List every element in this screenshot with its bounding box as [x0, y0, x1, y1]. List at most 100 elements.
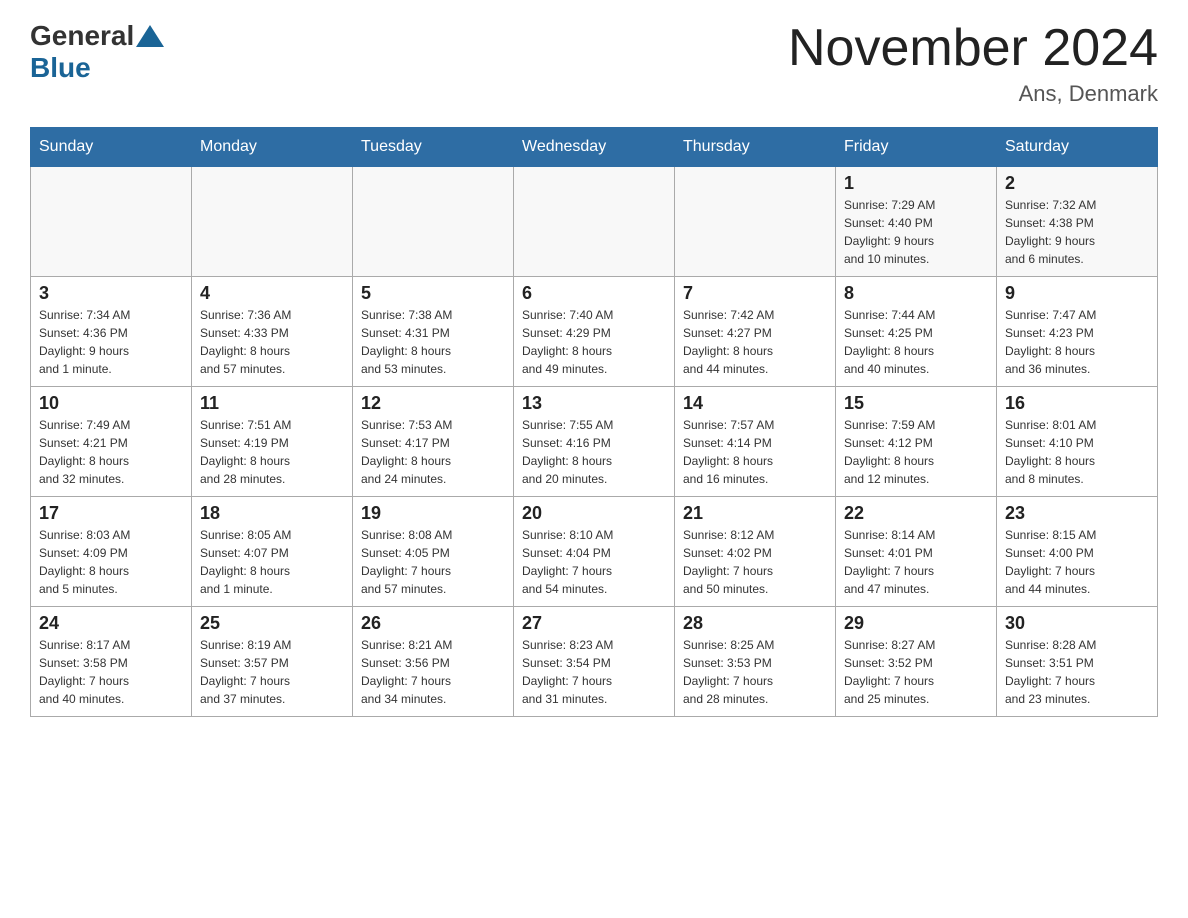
calendar-cell: 23Sunrise: 8:15 AMSunset: 4:00 PMDayligh…: [997, 497, 1158, 607]
day-header-monday: Monday: [192, 128, 353, 167]
logo-triangle-icon: [136, 25, 164, 47]
calendar-cell: 5Sunrise: 7:38 AMSunset: 4:31 PMDaylight…: [353, 277, 514, 387]
day-info: Sunrise: 8:08 AMSunset: 4:05 PMDaylight:…: [361, 526, 505, 598]
day-number: 20: [522, 503, 666, 524]
day-number: 27: [522, 613, 666, 634]
day-number: 3: [39, 283, 183, 304]
calendar-cell: [31, 167, 192, 277]
day-header-wednesday: Wednesday: [514, 128, 675, 167]
calendar-cell: 27Sunrise: 8:23 AMSunset: 3:54 PMDayligh…: [514, 607, 675, 717]
day-info: Sunrise: 8:10 AMSunset: 4:04 PMDaylight:…: [522, 526, 666, 598]
calendar-cell: 9Sunrise: 7:47 AMSunset: 4:23 PMDaylight…: [997, 277, 1158, 387]
day-number: 11: [200, 393, 344, 414]
days-header-row: SundayMondayTuesdayWednesdayThursdayFrid…: [31, 128, 1158, 167]
day-info: Sunrise: 7:42 AMSunset: 4:27 PMDaylight:…: [683, 306, 827, 378]
logo: General Blue: [30, 20, 166, 84]
calendar-cell: 22Sunrise: 8:14 AMSunset: 4:01 PMDayligh…: [836, 497, 997, 607]
day-number: 28: [683, 613, 827, 634]
day-info: Sunrise: 7:44 AMSunset: 4:25 PMDaylight:…: [844, 306, 988, 378]
day-info: Sunrise: 8:05 AMSunset: 4:07 PMDaylight:…: [200, 526, 344, 598]
day-info: Sunrise: 7:49 AMSunset: 4:21 PMDaylight:…: [39, 416, 183, 488]
day-info: Sunrise: 7:32 AMSunset: 4:38 PMDaylight:…: [1005, 196, 1149, 268]
logo-general: General: [30, 20, 134, 52]
day-header-friday: Friday: [836, 128, 997, 167]
calendar-cell: 1Sunrise: 7:29 AMSunset: 4:40 PMDaylight…: [836, 167, 997, 277]
day-number: 19: [361, 503, 505, 524]
week-row-5: 24Sunrise: 8:17 AMSunset: 3:58 PMDayligh…: [31, 607, 1158, 717]
calendar-cell: 20Sunrise: 8:10 AMSunset: 4:04 PMDayligh…: [514, 497, 675, 607]
week-row-4: 17Sunrise: 8:03 AMSunset: 4:09 PMDayligh…: [31, 497, 1158, 607]
week-row-2: 3Sunrise: 7:34 AMSunset: 4:36 PMDaylight…: [31, 277, 1158, 387]
calendar-cell: [192, 167, 353, 277]
header: General Blue November 2024 Ans, Denmark: [30, 20, 1158, 107]
calendar-cell: 29Sunrise: 8:27 AMSunset: 3:52 PMDayligh…: [836, 607, 997, 717]
day-number: 25: [200, 613, 344, 634]
week-row-3: 10Sunrise: 7:49 AMSunset: 4:21 PMDayligh…: [31, 387, 1158, 497]
day-header-saturday: Saturday: [997, 128, 1158, 167]
day-info: Sunrise: 7:59 AMSunset: 4:12 PMDaylight:…: [844, 416, 988, 488]
calendar-cell: 6Sunrise: 7:40 AMSunset: 4:29 PMDaylight…: [514, 277, 675, 387]
day-info: Sunrise: 8:17 AMSunset: 3:58 PMDaylight:…: [39, 636, 183, 708]
day-number: 6: [522, 283, 666, 304]
day-info: Sunrise: 8:28 AMSunset: 3:51 PMDaylight:…: [1005, 636, 1149, 708]
calendar-cell: 12Sunrise: 7:53 AMSunset: 4:17 PMDayligh…: [353, 387, 514, 497]
calendar-title: November 2024: [788, 20, 1158, 77]
calendar-cell: 2Sunrise: 7:32 AMSunset: 4:38 PMDaylight…: [997, 167, 1158, 277]
calendar-cell: 30Sunrise: 8:28 AMSunset: 3:51 PMDayligh…: [997, 607, 1158, 717]
calendar-cell: [675, 167, 836, 277]
day-number: 10: [39, 393, 183, 414]
day-info: Sunrise: 7:55 AMSunset: 4:16 PMDaylight:…: [522, 416, 666, 488]
calendar-cell: 3Sunrise: 7:34 AMSunset: 4:36 PMDaylight…: [31, 277, 192, 387]
day-header-sunday: Sunday: [31, 128, 192, 167]
day-number: 13: [522, 393, 666, 414]
calendar-subtitle: Ans, Denmark: [788, 81, 1158, 107]
calendar-cell: 17Sunrise: 8:03 AMSunset: 4:09 PMDayligh…: [31, 497, 192, 607]
day-info: Sunrise: 8:21 AMSunset: 3:56 PMDaylight:…: [361, 636, 505, 708]
day-info: Sunrise: 8:14 AMSunset: 4:01 PMDaylight:…: [844, 526, 988, 598]
day-info: Sunrise: 7:53 AMSunset: 4:17 PMDaylight:…: [361, 416, 505, 488]
calendar-cell: 13Sunrise: 7:55 AMSunset: 4:16 PMDayligh…: [514, 387, 675, 497]
calendar-cell: [353, 167, 514, 277]
day-number: 18: [200, 503, 344, 524]
day-info: Sunrise: 8:25 AMSunset: 3:53 PMDaylight:…: [683, 636, 827, 708]
day-info: Sunrise: 7:51 AMSunset: 4:19 PMDaylight:…: [200, 416, 344, 488]
day-number: 5: [361, 283, 505, 304]
day-number: 24: [39, 613, 183, 634]
calendar-cell: 16Sunrise: 8:01 AMSunset: 4:10 PMDayligh…: [997, 387, 1158, 497]
day-number: 8: [844, 283, 988, 304]
day-info: Sunrise: 8:15 AMSunset: 4:00 PMDaylight:…: [1005, 526, 1149, 598]
calendar-cell: 19Sunrise: 8:08 AMSunset: 4:05 PMDayligh…: [353, 497, 514, 607]
calendar-cell: [514, 167, 675, 277]
calendar-cell: 25Sunrise: 8:19 AMSunset: 3:57 PMDayligh…: [192, 607, 353, 717]
day-number: 21: [683, 503, 827, 524]
calendar-cell: 28Sunrise: 8:25 AMSunset: 3:53 PMDayligh…: [675, 607, 836, 717]
day-number: 4: [200, 283, 344, 304]
calendar-cell: 26Sunrise: 8:21 AMSunset: 3:56 PMDayligh…: [353, 607, 514, 717]
day-number: 1: [844, 173, 988, 194]
calendar-cell: 15Sunrise: 7:59 AMSunset: 4:12 PMDayligh…: [836, 387, 997, 497]
logo-blue: Blue: [30, 52, 91, 83]
day-number: 2: [1005, 173, 1149, 194]
day-info: Sunrise: 8:12 AMSunset: 4:02 PMDaylight:…: [683, 526, 827, 598]
day-number: 26: [361, 613, 505, 634]
day-info: Sunrise: 8:03 AMSunset: 4:09 PMDaylight:…: [39, 526, 183, 598]
calendar-table: SundayMondayTuesdayWednesdayThursdayFrid…: [30, 127, 1158, 717]
calendar-cell: 7Sunrise: 7:42 AMSunset: 4:27 PMDaylight…: [675, 277, 836, 387]
day-info: Sunrise: 7:40 AMSunset: 4:29 PMDaylight:…: [522, 306, 666, 378]
day-number: 12: [361, 393, 505, 414]
calendar-cell: 21Sunrise: 8:12 AMSunset: 4:02 PMDayligh…: [675, 497, 836, 607]
calendar-cell: 14Sunrise: 7:57 AMSunset: 4:14 PMDayligh…: [675, 387, 836, 497]
calendar-cell: 11Sunrise: 7:51 AMSunset: 4:19 PMDayligh…: [192, 387, 353, 497]
day-number: 22: [844, 503, 988, 524]
day-info: Sunrise: 7:47 AMSunset: 4:23 PMDaylight:…: [1005, 306, 1149, 378]
calendar-cell: 24Sunrise: 8:17 AMSunset: 3:58 PMDayligh…: [31, 607, 192, 717]
day-number: 15: [844, 393, 988, 414]
day-info: Sunrise: 7:57 AMSunset: 4:14 PMDaylight:…: [683, 416, 827, 488]
day-info: Sunrise: 7:38 AMSunset: 4:31 PMDaylight:…: [361, 306, 505, 378]
day-header-tuesday: Tuesday: [353, 128, 514, 167]
day-number: 16: [1005, 393, 1149, 414]
calendar-cell: 18Sunrise: 8:05 AMSunset: 4:07 PMDayligh…: [192, 497, 353, 607]
day-number: 23: [1005, 503, 1149, 524]
day-info: Sunrise: 8:01 AMSunset: 4:10 PMDaylight:…: [1005, 416, 1149, 488]
day-info: Sunrise: 8:19 AMSunset: 3:57 PMDaylight:…: [200, 636, 344, 708]
